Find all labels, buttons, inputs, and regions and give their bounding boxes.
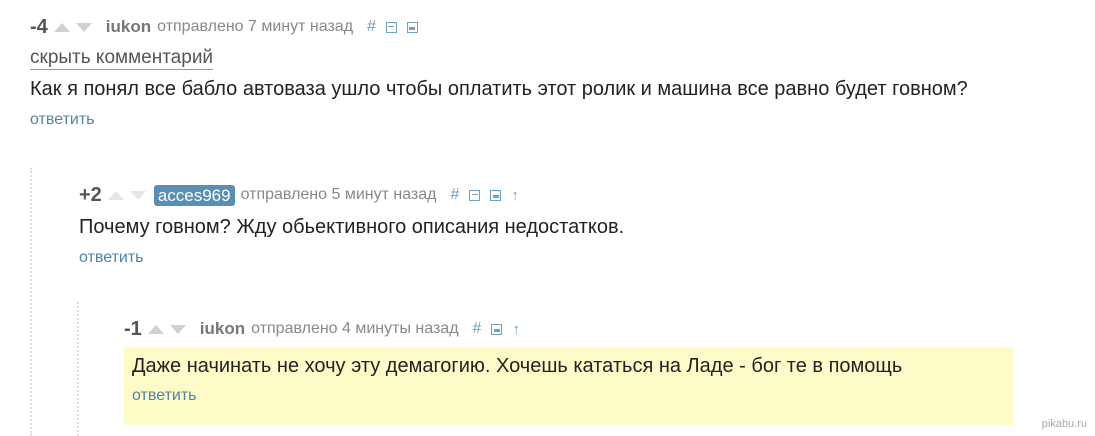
comment-text: Почему говном? Жду обьективного описания…: [79, 216, 625, 238]
comment-header: +2 acces969 отправлено 5 минут назад # ↑: [79, 182, 624, 208]
reply-link[interactable]: ответить: [79, 249, 144, 267]
save-icon[interactable]: [490, 189, 502, 201]
hide-comment-link[interactable]: скрыть комментарий: [30, 47, 214, 70]
thread-line-level-1: [30, 168, 32, 436]
comment-text: Даже начинать не хочу эту демагогию. Хоч…: [132, 355, 903, 377]
comment-header: -1 iukon отправлено 4 минуты назад # ↑: [124, 316, 1013, 342]
hash-link-icon[interactable]: #: [367, 18, 376, 36]
collapse-icon[interactable]: [385, 21, 397, 33]
collapse-icon[interactable]: [469, 189, 481, 201]
comment-author[interactable]: iukon: [200, 319, 245, 339]
hash-link-icon[interactable]: #: [473, 320, 482, 338]
comment-rating: -1: [124, 317, 142, 340]
triangle-down-icon[interactable]: [169, 324, 186, 334]
comment-rating: +2: [79, 183, 102, 206]
save-icon[interactable]: [491, 323, 503, 335]
reply-link[interactable]: ответить: [30, 111, 95, 129]
triangle-down-icon[interactable]: [129, 190, 146, 200]
triangle-up-icon[interactable]: [147, 324, 164, 334]
hash-link-icon[interactable]: #: [451, 186, 460, 204]
comment: +2 acces969 отправлено 5 минут назад # ↑…: [79, 182, 624, 267]
watermark: pikabu.ru: [1041, 418, 1087, 430]
triangle-up-icon[interactable]: [107, 190, 124, 200]
comment-highlight-box: Даже начинать не хочу эту демагогию. Хоч…: [124, 347, 1013, 425]
comment: -1 iukon отправлено 4 минуты назад # ↑ Д…: [124, 316, 1013, 425]
comment-rating: -4: [30, 15, 48, 38]
arrow-up-icon[interactable]: ↑: [511, 188, 519, 203]
comment-timestamp: отправлено 5 минут назад: [240, 186, 437, 203]
comment-timestamp: отправлено 7 минут назад: [157, 18, 354, 35]
comment-author[interactable]: iukon: [106, 17, 151, 37]
thread-line-level-2: [77, 302, 79, 436]
comment-author-badge[interactable]: acces969: [153, 184, 235, 206]
comment: -4 iukon отправлено 7 минут назад # скры…: [30, 14, 968, 129]
reply-link[interactable]: ответить: [132, 387, 197, 405]
triangle-down-icon[interactable]: [75, 22, 92, 32]
arrow-up-icon[interactable]: ↑: [512, 322, 520, 337]
comment-timestamp: отправлено 4 минуты назад: [251, 320, 459, 337]
triangle-up-icon[interactable]: [53, 22, 70, 32]
comment-text: Как я понял все бабло автоваза ушло чтоб…: [30, 78, 968, 100]
save-icon[interactable]: [406, 21, 418, 33]
comment-header: -4 iukon отправлено 7 минут назад #: [30, 14, 968, 40]
